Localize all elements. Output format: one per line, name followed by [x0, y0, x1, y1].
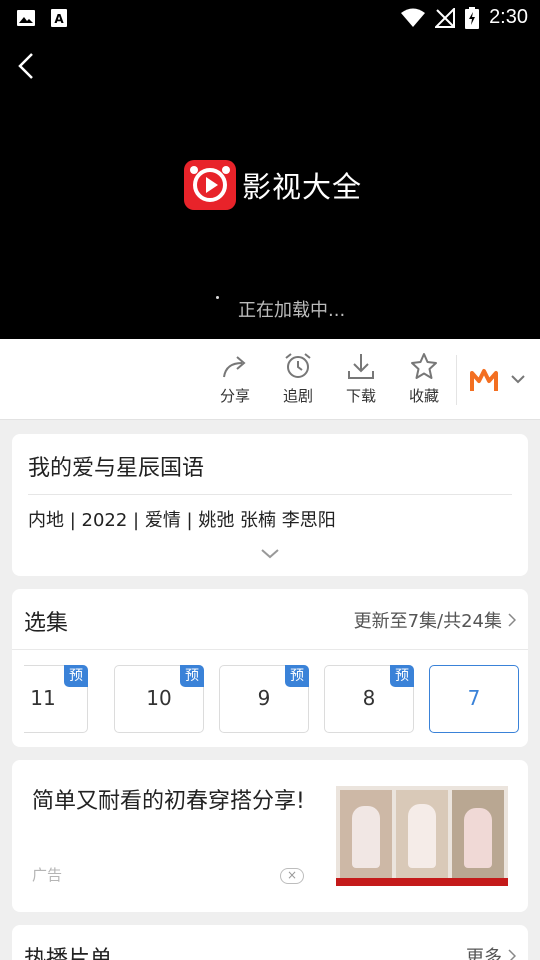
favorite-label: 收藏: [408, 387, 439, 405]
episodes-card: 选集 更新至7集/共24集 11 预 10 预 9 预 8 预 7: [12, 589, 528, 747]
episodes-update-link[interactable]: 更新至7集/共24集: [354, 607, 516, 633]
play-logo-icon: [184, 160, 236, 210]
info-card: 我的爱与星辰国语 内地 | 2022 | 爱情 | 姚弛 张楠 李思阳: [12, 434, 528, 576]
mango-tv-source-icon[interactable]: [470, 367, 498, 393]
ad-close-button[interactable]: ×: [280, 868, 304, 884]
image-notification-icon: [17, 10, 35, 26]
font-notification-icon: A: [51, 9, 67, 27]
episodes-title: 选集: [24, 611, 69, 636]
action-bar: 分享 追剧 下载 收藏: [0, 339, 540, 420]
preview-badge: 预: [390, 665, 414, 687]
status-bar: A 2:30: [0, 0, 540, 36]
chevron-right-icon: [508, 613, 516, 627]
clock: 2:30: [489, 6, 528, 28]
favorite-button[interactable]: 收藏: [399, 351, 449, 406]
expand-chevron-icon[interactable]: [260, 546, 280, 560]
loading-text: 正在加载中...: [238, 300, 346, 321]
back-arrow-icon[interactable]: [14, 50, 38, 82]
no-signal-icon: [435, 7, 456, 28]
episode-number: 7: [467, 686, 481, 710]
app-logo: 影视大全: [184, 160, 362, 210]
ad-card[interactable]: 简单又耐看的初春穿搭分享! 广告 ×: [12, 760, 528, 912]
episode-button[interactable]: 8 预: [324, 665, 414, 733]
follow-label: 追剧: [282, 387, 313, 405]
chevron-right-icon: [508, 949, 516, 960]
ad-label: 广告: [32, 866, 63, 884]
download-button[interactable]: 下载: [336, 351, 386, 406]
logo-text: 影视大全: [242, 170, 363, 204]
chevron-down-icon[interactable]: [510, 373, 526, 385]
preview-badge: 预: [180, 665, 204, 687]
download-label: 下载: [345, 387, 376, 405]
episode-number: 8: [362, 686, 376, 710]
share-icon: [223, 356, 246, 378]
divider: [12, 649, 528, 650]
episode-button[interactable]: 11 预: [24, 665, 88, 733]
episode-button[interactable]: 9 预: [219, 665, 309, 733]
episode-button-selected[interactable]: 7: [429, 665, 519, 733]
hot-list-title: 热播片单: [24, 947, 113, 960]
share-button[interactable]: 分享: [210, 351, 260, 406]
show-title: 我的爱与星辰国语: [28, 456, 205, 481]
hot-list-more-link[interactable]: 更多: [466, 943, 516, 960]
divider: [456, 355, 457, 405]
video-player[interactable]: A 2:30 影视大全 正在加载中...: [0, 0, 540, 339]
ad-image-bar: [336, 878, 508, 886]
episodes-update-text: 更新至7集/共24集: [353, 611, 502, 632]
svg-text:A: A: [54, 12, 64, 26]
episode-number: 11: [30, 686, 56, 710]
hot-list-card: 热播片单 更多: [12, 925, 528, 960]
episode-number: 9: [257, 686, 271, 710]
download-icon: [348, 354, 374, 379]
ad-image[interactable]: [336, 786, 508, 886]
more-text: 更多: [466, 947, 502, 960]
episode-button[interactable]: 10 预: [114, 665, 204, 733]
episode-number: 10: [146, 686, 172, 710]
loading-spinner: [216, 296, 219, 299]
alarm-clock-icon: [285, 353, 311, 378]
preview-badge: 预: [64, 665, 88, 687]
follow-button[interactable]: 追剧: [273, 351, 323, 406]
share-label: 分享: [219, 387, 250, 405]
wifi-icon: [401, 8, 426, 27]
show-meta: 内地 | 2022 | 爱情 | 姚弛 张楠 李思阳: [28, 510, 336, 531]
star-icon: [411, 353, 437, 379]
preview-badge: 预: [285, 665, 309, 687]
ad-title[interactable]: 简单又耐看的初春穿搭分享!: [32, 786, 322, 818]
divider: [28, 494, 512, 495]
episode-list[interactable]: 11 预 10 预 9 预 8 预 7: [24, 665, 528, 735]
battery-charging-icon: [465, 6, 480, 29]
